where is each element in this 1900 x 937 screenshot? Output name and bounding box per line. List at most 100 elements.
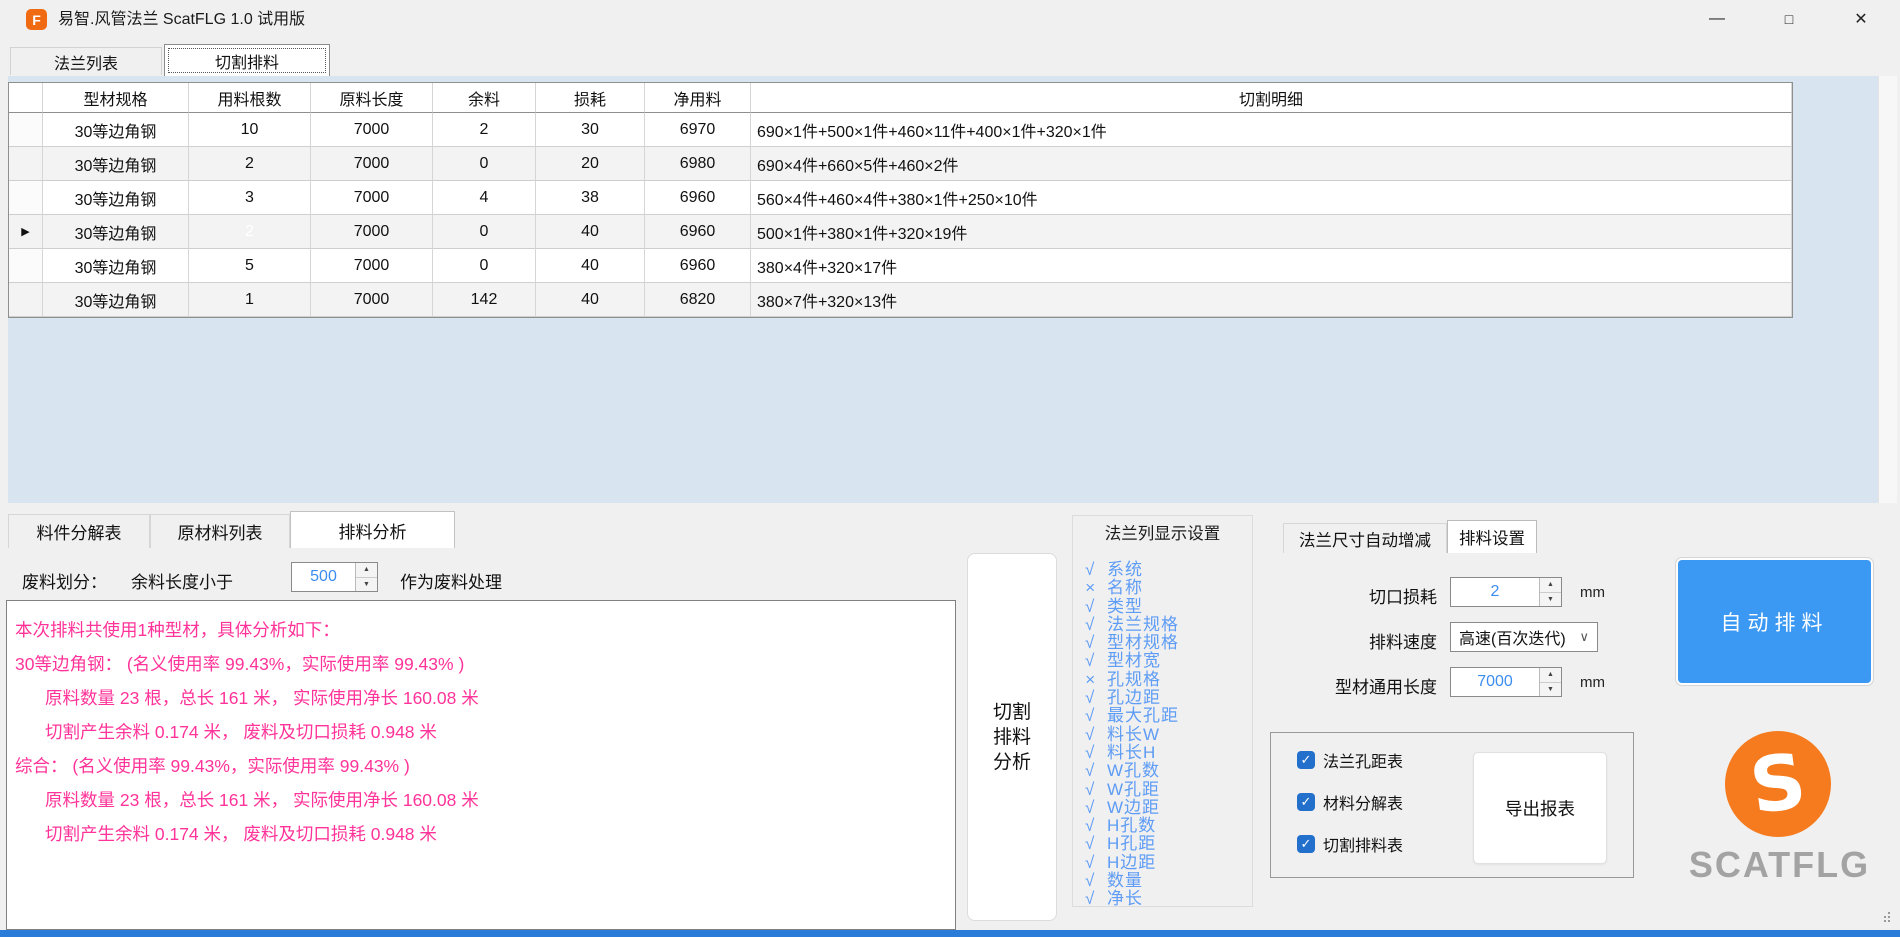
row-selector[interactable] [9,249,43,283]
table-cell[interactable]: 3 [189,181,311,215]
table-cell[interactable]: 380×4件+320×17件 [751,249,1792,283]
column-header[interactable]: 用料根数 [189,83,311,113]
column-header[interactable]: 净用料 [645,83,751,113]
flange-column-item[interactable]: √W孔距 [1073,775,1252,793]
export-report-button[interactable]: 导出报表 [1473,752,1607,864]
flange-column-item[interactable]: √类型 [1073,592,1252,610]
maximize-button[interactable]: □ [1766,2,1812,36]
table-cell[interactable]: 30等边角钢 [43,215,189,249]
table-cell[interactable]: 30等边角钢 [43,249,189,283]
table-cell[interactable]: 500×1件+380×1件+320×19件 [751,215,1792,249]
flange-column-item[interactable]: √孔边距 [1073,683,1252,701]
table-cell[interactable]: 6820 [645,283,751,317]
table-cell[interactable]: 30等边角钢 [43,113,189,147]
table-cell[interactable]: 4 [433,181,536,215]
export-checkbox[interactable]: ✓法兰孔距表 [1297,748,1403,772]
checkbox-check-icon[interactable]: ✓ [1297,835,1315,853]
spinner-down-icon[interactable]: ▼ [1540,593,1561,607]
spinner-up-icon[interactable]: ▲ [356,563,377,578]
table-cell[interactable]: 40 [536,215,645,249]
table-cell[interactable]: 40 [536,283,645,317]
tab-flange-size-auto-adjust[interactable]: 法兰尺寸自动增减 [1283,523,1447,553]
row-selector[interactable] [9,147,43,181]
table-cell[interactable]: 7000 [311,147,433,181]
table-cell[interactable]: 1 [189,283,311,317]
kerf-loss-value[interactable]: 2 [1451,578,1539,606]
flange-column-item[interactable]: ×名称 [1073,573,1252,591]
scrap-length-value[interactable]: 500 [292,563,355,591]
column-header[interactable] [9,83,43,113]
table-cell[interactable]: 38 [536,181,645,215]
kerf-loss-spinner[interactable]: ▲ ▼ [1539,578,1561,606]
spinner-up-icon[interactable]: ▲ [1540,668,1561,683]
table-cell[interactable]: 7000 [311,181,433,215]
table-cell[interactable]: 40 [536,249,645,283]
flange-column-item[interactable]: √法兰规格 [1073,610,1252,628]
tab-raw-material-list[interactable]: 原材料列表 [150,514,290,548]
row-selector[interactable] [9,283,43,317]
stock-length-value[interactable]: 7000 [1451,668,1539,696]
table-cell[interactable]: 690×1件+500×1件+460×11件+400×1件+320×1件 [751,113,1792,147]
table-cell[interactable]: 20 [536,147,645,181]
table-cell[interactable]: 30等边角钢 [43,283,189,317]
cutting-result-table[interactable]: 型材规格用料根数原料长度余料损耗净用料切割明细30等边角钢10700023069… [8,82,1793,318]
table-cell[interactable]: 6960 [645,249,751,283]
vertical-scrollbar[interactable] [1878,76,1897,503]
scrap-length-spinner[interactable]: ▲ ▼ [355,563,377,591]
column-header[interactable]: 型材规格 [43,83,189,113]
table-cell[interactable]: 560×4件+460×4件+380×1件+250×10件 [751,181,1792,215]
nesting-analysis-textbox[interactable]: 本次排料共使用1种型材，具体分析如下：30等边角钢： (名义使用率 99.43%… [6,600,956,930]
table-row[interactable]: 30等边角钢570000406960380×4件+320×17件 [9,249,1792,283]
table-cell[interactable]: 2 [433,113,536,147]
table-cell[interactable]: 7000 [311,113,433,147]
flange-column-item[interactable]: √H边距 [1073,848,1252,866]
selected-cell[interactable]: 2 [189,215,311,249]
nesting-speed-select[interactable]: 高速(百次迭代) ∨ [1450,622,1598,652]
scrap-length-stepper[interactable]: 500 ▲ ▼ [291,562,378,592]
column-header[interactable]: 切割明细 [751,83,1792,113]
flange-column-item[interactable]: √净长 [1073,884,1252,902]
checkbox-check-icon[interactable]: ✓ [1297,751,1315,769]
table-cell[interactable]: 7000 [311,215,433,249]
tab-part-breakdown[interactable]: 料件分解表 [8,514,150,548]
table-cell[interactable]: 5 [189,249,311,283]
table-cell[interactable]: 0 [433,249,536,283]
cutting-nesting-analysis-button[interactable]: 切割排料分析 [967,553,1057,921]
checkbox-check-icon[interactable]: ✓ [1297,793,1315,811]
tab-cutting-nesting[interactable]: 切割排料 [164,44,330,76]
flange-column-item[interactable]: √最大孔距 [1073,701,1252,719]
table-cell[interactable]: 2 [189,147,311,181]
current-row-arrow-icon[interactable]: ▶ [9,215,43,249]
table-cell[interactable]: 30 [536,113,645,147]
tab-nesting-analysis[interactable]: 排料分析 [290,511,455,548]
row-selector[interactable] [9,113,43,147]
flange-column-item[interactable]: √料长H [1073,738,1252,756]
table-cell[interactable]: 690×4件+660×5件+460×2件 [751,147,1792,181]
stock-length-stepper[interactable]: 7000 ▲ ▼ [1450,667,1562,697]
tab-nesting-settings[interactable]: 排料设置 [1447,520,1537,553]
table-cell[interactable]: 0 [433,215,536,249]
auto-nest-button[interactable]: 自动排料 [1676,558,1873,685]
export-checkbox[interactable]: ✓材料分解表 [1297,790,1403,814]
table-cell[interactable]: 0 [433,147,536,181]
table-cell[interactable]: 30等边角钢 [43,147,189,181]
close-button[interactable]: ✕ [1838,2,1884,36]
flange-column-item[interactable]: √W边距 [1073,793,1252,811]
row-selector[interactable] [9,181,43,215]
flange-column-item[interactable]: √数量 [1073,866,1252,884]
table-cell[interactable]: 6960 [645,181,751,215]
flange-column-item[interactable]: √型材规格 [1073,628,1252,646]
table-cell[interactable]: 6970 [645,113,751,147]
flange-column-item[interactable]: ×孔规格 [1073,665,1252,683]
spinner-up-icon[interactable]: ▲ [1540,578,1561,593]
column-header[interactable]: 损耗 [536,83,645,113]
flange-column-item[interactable]: √系统 [1073,555,1252,573]
column-header[interactable]: 原料长度 [311,83,433,113]
export-checkbox[interactable]: ✓切割排料表 [1297,832,1403,856]
table-cell[interactable]: 6980 [645,147,751,181]
table-row[interactable]: 30等边角钢370004386960560×4件+460×4件+380×1件+2… [9,181,1792,215]
table-cell[interactable]: 6960 [645,215,751,249]
table-row[interactable]: ▶30等边角钢270000406960500×1件+380×1件+320×19件 [9,215,1792,249]
resize-grip[interactable] [1884,920,1886,922]
spinner-down-icon[interactable]: ▼ [356,578,377,592]
